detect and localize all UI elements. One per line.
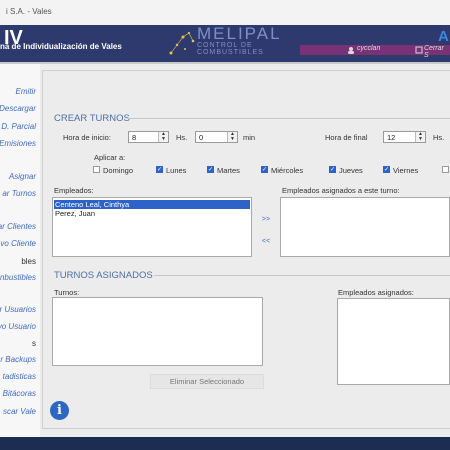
- day-label-jueves: Jueves: [339, 166, 363, 175]
- hora-final-label: Hora de final: [325, 133, 368, 142]
- sidebar-item-combustibles[interactable]: nbustibles: [0, 273, 36, 282]
- section-title-turnos-asignados: TURNOS ASIGNADOS: [54, 270, 153, 281]
- user-icon: [348, 47, 354, 54]
- brand-right: A: [438, 28, 449, 45]
- day-label-lunes: Lunes: [166, 166, 187, 175]
- asignados-turno-label: Empleados asignados a este turno:: [282, 186, 400, 195]
- list-item[interactable]: Perez, Juan: [54, 209, 250, 218]
- sidebar: Emitir Descargar D. Parcial Emisiones As…: [0, 64, 40, 437]
- sidebar-item-asignar[interactable]: Asignar: [9, 172, 36, 181]
- day-label-martes: Martes: [217, 166, 240, 175]
- checkbox-martes[interactable]: ✓: [207, 166, 214, 173]
- window-title: i S.A. - Vales: [6, 7, 52, 16]
- checkbox-domingo[interactable]: [93, 166, 100, 173]
- list-item[interactable]: Centeno Leal, Cinthya: [54, 200, 250, 209]
- checkbox-viernes[interactable]: ✓: [383, 166, 390, 173]
- sidebar-item-emisiones[interactable]: Emisiones: [0, 139, 36, 148]
- sidebar-item-backups[interactable]: r Backups: [0, 355, 36, 364]
- sidebar-item-descargar[interactable]: Descargar: [0, 104, 36, 113]
- remove-employee-button[interactable]: <<: [258, 238, 274, 245]
- empleados-asignados-list[interactable]: [337, 298, 450, 385]
- turnos-label: Turnos:: [54, 288, 80, 297]
- empleados-list[interactable]: Centeno Leal, Cinthya Perez, Juan: [52, 197, 252, 257]
- spinner-arrows-icon[interactable]: ▲ ▼: [415, 132, 425, 142]
- hs-label: Hs.: [176, 133, 188, 142]
- sidebar-item-estadisticas[interactable]: tadisticas: [3, 372, 36, 381]
- checkbox-jueves[interactable]: ✓: [329, 166, 336, 173]
- spinner-arrows-icon[interactable]: ▲ ▼: [227, 132, 237, 142]
- sidebar-item-turnos[interactable]: ar Turnos: [2, 189, 36, 198]
- day-label-viernes: Viernes: [393, 166, 419, 175]
- hora-inicio-spinner[interactable]: 8 ▲ ▼: [128, 131, 169, 143]
- sidebar-item-bitacoras[interactable]: Bitácoras: [3, 389, 36, 398]
- checkbox-lunes[interactable]: ✓: [156, 166, 163, 173]
- minutos-spinner[interactable]: 0 ▲ ▼: [195, 131, 238, 143]
- section-title-crear-turnos: CREAR TURNOS: [54, 113, 130, 124]
- melipal-logo: MELIPAL CONTROL DE COMBUSTIBLES: [165, 25, 300, 62]
- section-divider: [154, 275, 450, 276]
- window-titlebar: i S.A. - Vales: [0, 0, 450, 25]
- day-label-miercoles: Miércoles: [271, 166, 304, 175]
- sidebar-item-bles[interactable]: bles: [21, 257, 36, 266]
- sidebar-item-usuarios[interactable]: r Usuarios: [0, 305, 36, 314]
- sidebar-item-buscar-vale[interactable]: scar Vale: [3, 407, 36, 416]
- hora-inicio-label: Hora de inicio:: [63, 133, 111, 142]
- section-divider: [128, 118, 450, 119]
- min-label: min: [243, 133, 256, 142]
- aplicar-label: Aplicar a:: [94, 153, 126, 162]
- hora-final-value: 12: [387, 133, 396, 142]
- sidebar-item-clientes[interactable]: ar Clientes: [0, 222, 36, 231]
- delete-selected-button[interactable]: Eliminar Seleccionado: [150, 374, 264, 389]
- asignados-turno-list[interactable]: [280, 197, 450, 257]
- spinner-arrows-icon[interactable]: ▲ ▼: [158, 132, 168, 142]
- stars-icon: [169, 31, 195, 55]
- hs-label-2: Hs.: [433, 133, 445, 142]
- sidebar-item-nuevo-cliente[interactable]: vo Cliente: [0, 239, 36, 248]
- info-icon[interactable]: i: [50, 401, 69, 420]
- taskbar: [0, 437, 450, 450]
- sidebar-item-nuevo-usuario[interactable]: vo Usuario: [0, 322, 36, 331]
- minutos-value: 0: [199, 133, 204, 142]
- add-employee-button[interactable]: >>: [258, 216, 274, 223]
- logo-subtext: CONTROL DE COMBUSTIBLES: [197, 42, 264, 56]
- checkbox-sabado[interactable]: [442, 166, 449, 173]
- sidebar-item-emitir[interactable]: Emitir: [16, 87, 36, 96]
- hora-inicio-value: 8: [132, 133, 137, 142]
- day-label-domingo: Domingo: [103, 166, 134, 175]
- sidebar-item-descarga-parcial[interactable]: D. Parcial: [1, 122, 36, 131]
- current-user: cycclan: [357, 45, 381, 52]
- logout-icon[interactable]: [415, 46, 423, 54]
- empleados-label: Empleados:: [54, 186, 94, 195]
- logout-link[interactable]: Cerrar S: [424, 45, 450, 59]
- app-subtitle: na de Individualización de Vales: [0, 42, 122, 51]
- empleados-asignados-label: Empleados asignados:: [338, 288, 414, 297]
- app-header: IV na de Individualización de Vales MELI…: [0, 25, 450, 62]
- hora-final-spinner[interactable]: 12 ▲ ▼: [383, 131, 426, 143]
- sidebar-item-s[interactable]: s: [32, 339, 36, 348]
- turnos-list[interactable]: [52, 297, 263, 366]
- checkbox-miercoles[interactable]: ✓: [261, 166, 268, 173]
